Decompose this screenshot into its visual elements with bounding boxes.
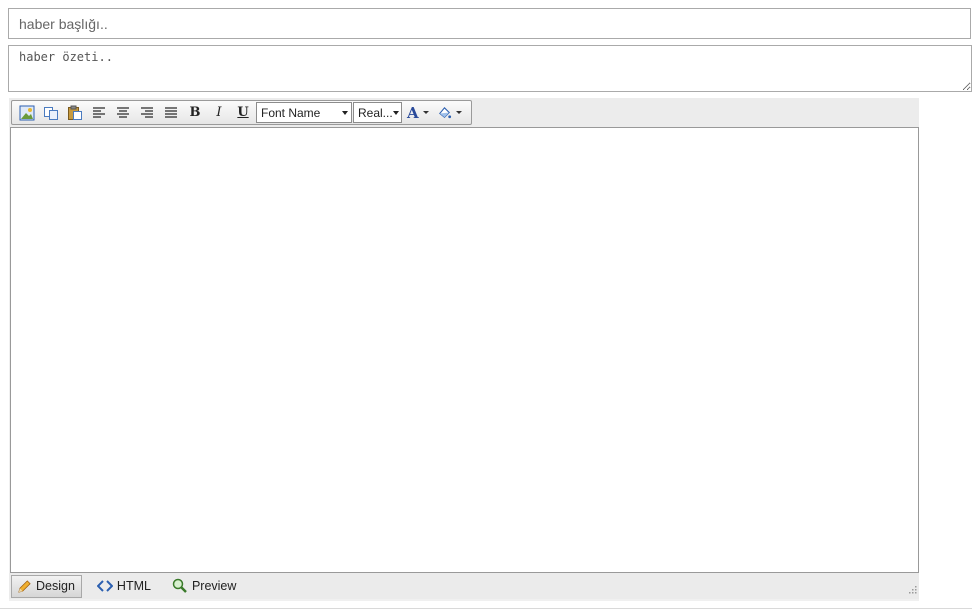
editor-content-area[interactable] [10, 127, 919, 573]
pencil-icon [18, 579, 31, 593]
align-center-icon [117, 106, 129, 118]
align-justify-button[interactable] [160, 103, 182, 123]
chevron-down-icon [392, 110, 399, 115]
tab-design[interactable]: Design [11, 574, 82, 598]
tab-html[interactable]: HTML [92, 575, 157, 598]
tab-design-label: Design [36, 579, 75, 593]
align-center-button[interactable] [112, 103, 134, 123]
font-size-select[interactable]: Real... [353, 102, 402, 123]
divider [0, 608, 972, 609]
align-left-button[interactable] [88, 103, 110, 123]
italic-button[interactable]: I [208, 103, 230, 123]
rich-text-editor: B I U Font Name Real... A Design HTML Pr… [9, 98, 919, 601]
italic-label: I [216, 105, 222, 120]
code-icon [96, 580, 113, 592]
chevron-down-icon [422, 111, 429, 114]
paste-icon [68, 105, 82, 120]
tab-html-label: HTML [116, 579, 151, 593]
toolbar-strip: B I U Font Name Real... A [9, 98, 919, 127]
tab-preview-label: Preview [191, 579, 237, 593]
align-right-icon [141, 106, 153, 118]
bold-label: B [189, 105, 201, 120]
editor-mode-bar: Design HTML Preview [9, 573, 919, 599]
background-color-icon [438, 106, 451, 119]
insert-image-button[interactable] [16, 103, 38, 123]
magnifier-icon [172, 578, 187, 593]
chevron-down-icon [455, 111, 462, 114]
news-summary-textarea[interactable] [8, 45, 972, 92]
editor-toolbar: B I U Font Name Real... A [11, 100, 472, 125]
copy-button[interactable] [40, 103, 62, 123]
paste-button[interactable] [64, 103, 86, 123]
font-name-select[interactable]: Font Name [256, 102, 352, 123]
font-name-value: Font Name [261, 105, 321, 120]
align-right-button[interactable] [136, 103, 158, 123]
insert-image-icon [19, 105, 35, 120]
align-left-icon [93, 106, 105, 118]
font-color-icon: A [407, 103, 419, 122]
tab-preview[interactable]: Preview [167, 575, 242, 598]
underline-button[interactable]: U [232, 103, 254, 123]
chevron-down-icon [342, 110, 348, 115]
align-justify-icon [165, 106, 177, 118]
underline-label: U [237, 105, 249, 120]
news-title-input[interactable] [8, 8, 971, 39]
font-size-value: Real... [358, 105, 393, 120]
copy-icon [44, 106, 58, 120]
resize-grip-icon[interactable] [907, 584, 917, 594]
font-color-button[interactable]: A [407, 104, 429, 122]
background-color-button[interactable] [437, 105, 462, 120]
bold-button[interactable]: B [184, 103, 206, 123]
